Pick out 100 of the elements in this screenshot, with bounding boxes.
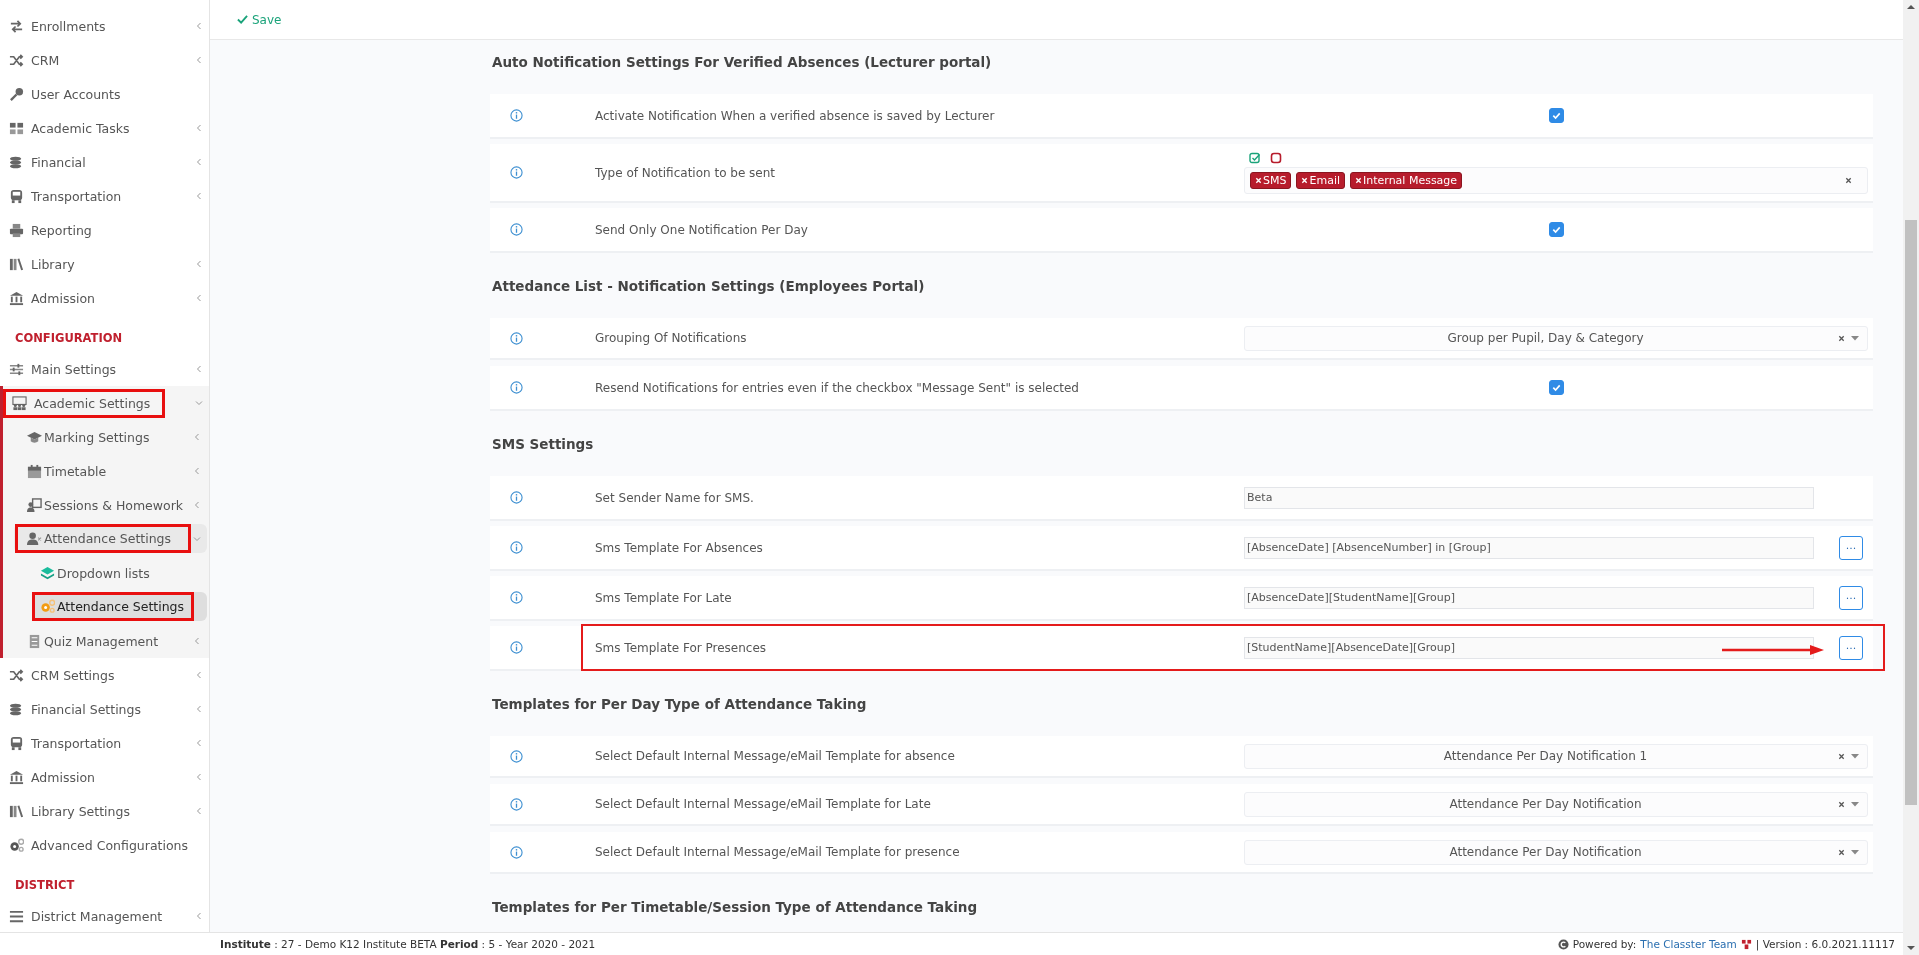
bus-icon bbox=[9, 735, 24, 751]
info-icon[interactable] bbox=[510, 591, 523, 604]
checkbox[interactable] bbox=[1548, 222, 1564, 237]
sidebar-item[interactable]: Library bbox=[0, 247, 209, 281]
checkbox[interactable] bbox=[1548, 108, 1564, 123]
scroll-down-icon[interactable] bbox=[1907, 945, 1915, 951]
clear-icon[interactable] bbox=[1838, 334, 1845, 342]
remove-icon[interactable] bbox=[1355, 176, 1362, 184]
clear-icon[interactable] bbox=[1838, 752, 1845, 760]
info-icon[interactable] bbox=[510, 491, 523, 504]
clear-icon[interactable] bbox=[1838, 848, 1845, 856]
setting-label: Activate Notification When a verified absence is saved by Lecturer bbox=[595, 108, 996, 123]
sidebar-item[interactable]: Financial Settings bbox=[0, 692, 209, 726]
remove-icon[interactable] bbox=[1301, 176, 1309, 184]
sidebar-item[interactable]: Timetable bbox=[14, 454, 207, 488]
setting-label: Resend Notifications for entries even if the checkbox "Message Sent" is selected bbox=[595, 380, 1080, 395]
info-icon[interactable] bbox=[510, 381, 523, 394]
printer-icon bbox=[9, 222, 24, 238]
sidebar-item[interactable]: User Accounts bbox=[0, 77, 209, 111]
shuffle-icon bbox=[9, 667, 24, 683]
user-icon bbox=[27, 531, 42, 546]
clear-icon[interactable] bbox=[1838, 800, 1845, 808]
dropdown-field[interactable]: Attendance Per Day Notification bbox=[1244, 839, 1868, 865]
info-icon[interactable] bbox=[510, 331, 523, 345]
calendar-icon bbox=[27, 463, 42, 479]
dropdown-field[interactable]: Group per Pupil, Day & Category bbox=[1244, 325, 1868, 351]
setting-label: Select Default Internal Message/eMail Template for Late bbox=[595, 797, 932, 811]
input-field[interactable]: [StudentName][AbsenceDate][Group] bbox=[1244, 636, 1814, 659]
sidebar-item[interactable]: CRM Settings bbox=[0, 658, 209, 692]
setting-label: Select Default Internal Message/eMail Template for presence bbox=[595, 845, 961, 859]
info-icon[interactable] bbox=[510, 797, 523, 811]
setting-label: Send Only One Notification Per Day bbox=[595, 222, 809, 237]
section-title: SMS Settings bbox=[492, 435, 595, 454]
sidebar-item[interactable]: Academic Tasks bbox=[0, 111, 209, 145]
info-icon[interactable] bbox=[510, 845, 523, 859]
info-icon[interactable] bbox=[510, 223, 523, 236]
input-field[interactable]: Beta bbox=[1244, 486, 1814, 509]
graduation-cap-icon bbox=[27, 429, 42, 445]
info-icon[interactable] bbox=[510, 109, 523, 122]
dropdown-field[interactable]: Attendance Per Day Notification bbox=[1244, 791, 1868, 817]
dropdown-field[interactable]: Attendance Per Day Notification 1 bbox=[1244, 743, 1868, 769]
tag-field[interactable]: SMS Email Internal Message bbox=[1244, 166, 1868, 194]
checkbox[interactable] bbox=[1548, 380, 1564, 395]
tag-chip[interactable]: SMS bbox=[1250, 171, 1292, 189]
scrollbar-thumb[interactable] bbox=[1905, 220, 1917, 805]
scroll-up-icon[interactable] bbox=[1907, 4, 1915, 10]
section-title: Auto Notification Settings For Verified Absences (Lecturer portal) bbox=[492, 53, 993, 72]
sidebar-item[interactable]: Enrollments bbox=[0, 9, 209, 43]
setting-label: Sms Template For Absences bbox=[595, 540, 764, 555]
menu-icon bbox=[9, 908, 24, 924]
sidebar-item[interactable]: Transportation bbox=[0, 726, 209, 760]
sidebar-item[interactable]: Financial bbox=[0, 145, 209, 179]
tag-chip[interactable]: Internal Message bbox=[1350, 171, 1463, 189]
caret-icon[interactable] bbox=[1851, 849, 1859, 855]
sidebar-item[interactable]: Academic Settings bbox=[3, 386, 209, 420]
coins-icon bbox=[9, 154, 24, 170]
input-field[interactable]: [AbsenceDate][StudentName][Group] bbox=[1244, 586, 1814, 609]
books-icon bbox=[9, 256, 24, 272]
sidebar-item[interactable]: Reporting bbox=[0, 213, 209, 247]
sidebar-item[interactable]: Library Settings bbox=[0, 794, 209, 828]
sidebar-item[interactable]: Admission bbox=[0, 281, 209, 315]
version-text: | Version : 6.0.2021.11117 bbox=[1755, 938, 1895, 950]
sidebar-item[interactable]: Dropdown lists bbox=[34, 556, 207, 590]
sidebar-item[interactable]: Transportation bbox=[0, 179, 209, 213]
info-icon[interactable] bbox=[510, 541, 523, 554]
sidebar-item[interactable]: Main Settings bbox=[0, 352, 209, 386]
input-field[interactable]: [AbsenceDate] [AbsenceNumber] in [Group] bbox=[1244, 536, 1814, 559]
section-title: Templates for Per Timetable/Session Type of Attendance Taking bbox=[492, 898, 979, 917]
info-icon[interactable] bbox=[510, 749, 523, 763]
more-button[interactable]: ... bbox=[1839, 535, 1863, 560]
sidebar-item[interactable]: District Management bbox=[0, 899, 209, 932]
bank-icon bbox=[9, 290, 24, 306]
more-button[interactable]: ... bbox=[1839, 585, 1863, 610]
tag-chip[interactable]: Email bbox=[1296, 171, 1345, 189]
section-title: Templates for Per Day Type of Attendance Taking bbox=[492, 695, 868, 714]
coins-icon bbox=[9, 701, 24, 717]
select-all-icon[interactable] bbox=[1249, 151, 1261, 164]
sidebar-item[interactable]: Quiz Management bbox=[14, 624, 207, 658]
remove-icon[interactable] bbox=[1255, 176, 1262, 184]
deselect-all-icon[interactable] bbox=[1270, 151, 1282, 164]
more-button[interactable]: ... bbox=[1839, 635, 1863, 660]
sidebar-item[interactable]: Attendance Settings bbox=[14, 524, 207, 553]
caret-icon[interactable] bbox=[1851, 753, 1859, 759]
sidebar-item[interactable]: Sessions & Homework bbox=[14, 488, 207, 522]
gears-icon bbox=[40, 599, 55, 614]
books-icon bbox=[9, 803, 24, 819]
info-icon[interactable] bbox=[510, 166, 523, 179]
caret-icon[interactable] bbox=[1851, 335, 1859, 341]
menu-section-heading: CONFIGURATION bbox=[14, 330, 124, 347]
info-icon[interactable] bbox=[510, 641, 523, 654]
clear-icon[interactable] bbox=[1845, 176, 1852, 184]
sidebar-item[interactable]: Advanced Configurations bbox=[0, 828, 209, 862]
sidebar-item[interactable]: Attendance Settings bbox=[34, 592, 207, 621]
team-link[interactable]: The Classter Team bbox=[1640, 938, 1737, 950]
caret-icon[interactable] bbox=[1851, 801, 1859, 807]
sidebar-item[interactable]: Admission bbox=[0, 760, 209, 794]
sidebar-item[interactable]: Marking Settings bbox=[14, 420, 207, 454]
institute-info: Institute : 27 - Demo K12 Institute BETA Period : 5 - Year 2020 - 2021 bbox=[220, 938, 596, 950]
scrollbar[interactable] bbox=[1903, 0, 1919, 955]
sidebar-item[interactable]: CRM bbox=[0, 43, 209, 77]
